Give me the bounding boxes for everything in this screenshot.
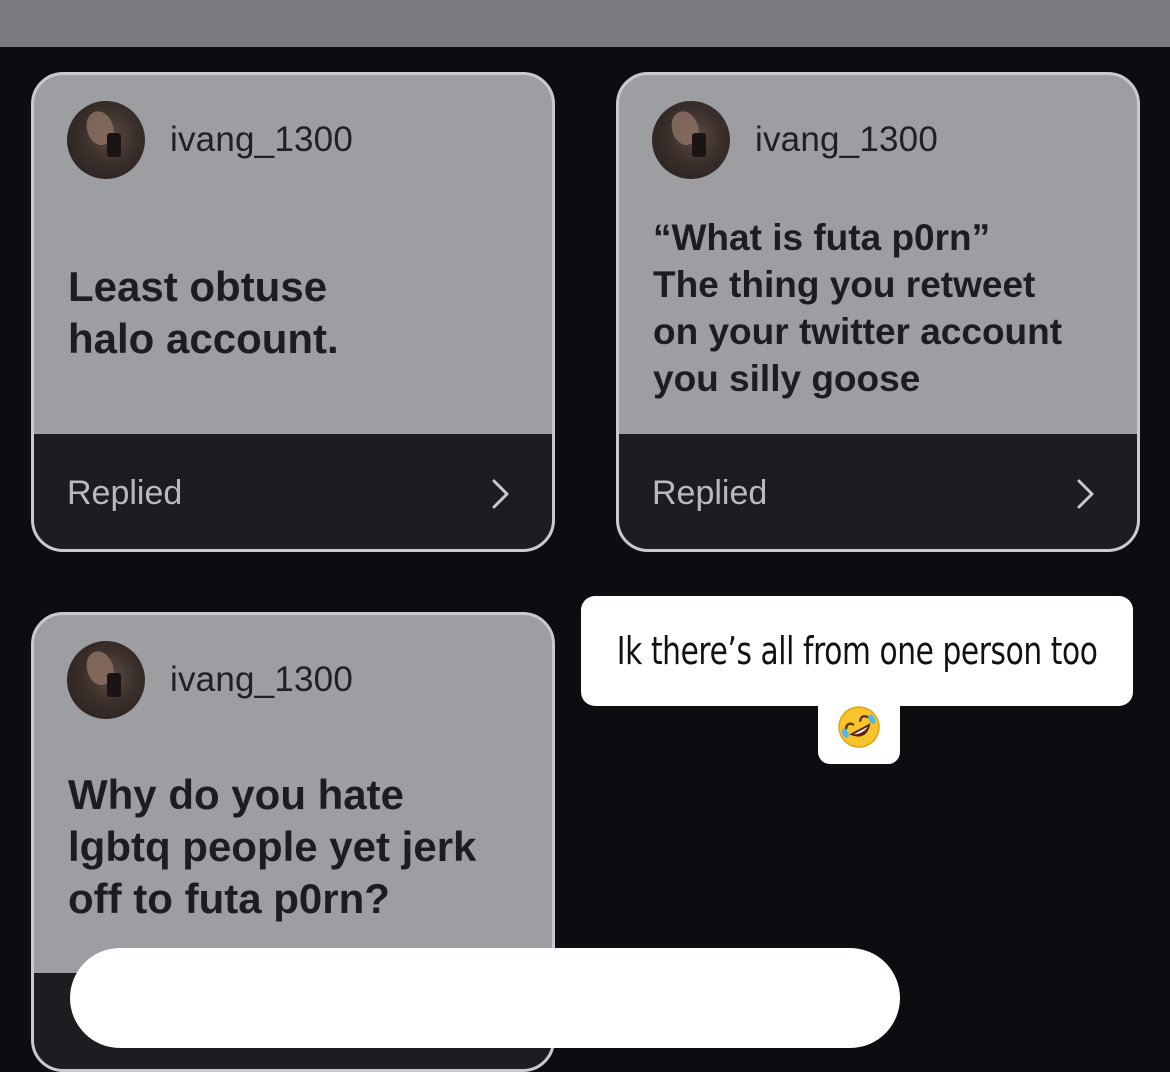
- question-line: lgbtq people yet jerk: [68, 823, 477, 870]
- question-line: The thing you retweet: [653, 264, 1036, 305]
- reply-status-bar[interactable]: Replied: [34, 434, 552, 549]
- username[interactable]: ivang_1300: [170, 660, 353, 700]
- question-card[interactable]: ivang_1300 Least obtuse halo account. Re…: [31, 72, 555, 552]
- card-header: ivang_1300: [67, 641, 353, 719]
- question-card[interactable]: ivang_1300 “What is futa p0rn” The thing…: [616, 72, 1140, 552]
- chevron-right-icon[interactable]: [486, 478, 514, 510]
- avatar[interactable]: [652, 101, 730, 179]
- question-line: Least obtuse: [68, 263, 328, 310]
- username[interactable]: ivang_1300: [755, 120, 938, 160]
- question-text: “What is futa p0rn” The thing you retwee…: [653, 214, 1117, 402]
- chevron-right-icon[interactable]: [1071, 478, 1099, 510]
- question-line: “What is futa p0rn”: [653, 217, 991, 258]
- top-bar: [0, 0, 1170, 47]
- sticker-text: Ik there’s all from one person too: [616, 629, 1098, 673]
- question-line: you silly goose: [653, 358, 921, 399]
- card-header: ivang_1300: [652, 101, 938, 179]
- rolling-on-floor-laughing-emoji: [838, 706, 880, 748]
- question-line: Why do you hate: [68, 771, 404, 818]
- reply-status-bar[interactable]: Replied: [619, 434, 1137, 549]
- avatar[interactable]: [67, 641, 145, 719]
- question-line: off to futa p0rn?: [68, 875, 390, 922]
- replied-label: Replied: [67, 474, 183, 512]
- username[interactable]: ivang_1300: [170, 120, 353, 160]
- question-line: on your twitter account: [653, 311, 1063, 352]
- replied-label: Replied: [652, 474, 768, 512]
- avatar[interactable]: [67, 101, 145, 179]
- emoji-sticker[interactable]: [818, 690, 900, 764]
- reply-input-pill[interactable]: [70, 948, 900, 1048]
- question-text: Why do you hate lgbtq people yet jerk of…: [68, 769, 532, 925]
- card-header: ivang_1300: [67, 101, 353, 179]
- question-text: Least obtuse halo account.: [68, 261, 532, 365]
- question-line: halo account.: [68, 315, 339, 362]
